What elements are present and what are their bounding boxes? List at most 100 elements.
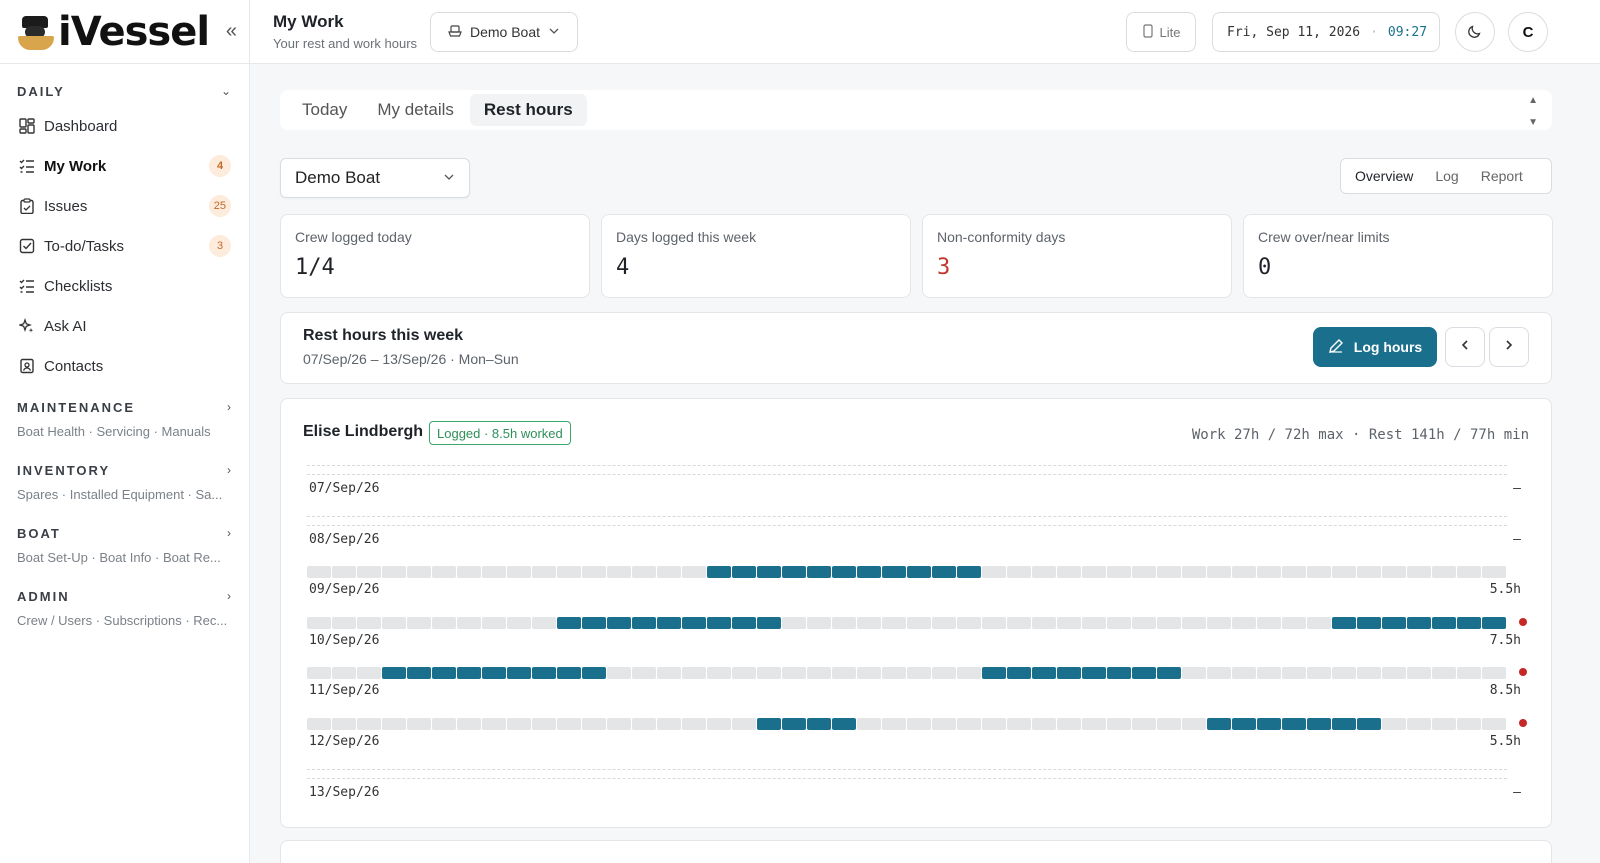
scroll-up-icon[interactable]: ▲ <box>1528 90 1538 112</box>
rest-slot <box>957 616 981 629</box>
theme-toggle-button[interactable] <box>1455 12 1495 52</box>
rest-slot <box>832 667 856 680</box>
rest-slot <box>1007 718 1031 730</box>
stat-value: 1/4 <box>295 255 335 280</box>
rest-slot <box>407 616 431 629</box>
prev-week-button[interactable] <box>1445 327 1485 367</box>
section-daily[interactable]: DAILY ⌄ <box>0 80 249 102</box>
rest-slot <box>1057 718 1081 730</box>
chevron-down-icon <box>548 24 560 40</box>
work-slot <box>482 667 506 680</box>
sidebar-item-my-work[interactable]: My Work 4 <box>0 146 249 186</box>
day-row[interactable]: 08/Sep/26 – <box>307 515 1527 566</box>
log-hours-button[interactable]: Log hours <box>1313 327 1437 367</box>
sidebar-item-label: Ask AI <box>44 317 87 335</box>
moon-icon <box>1467 23 1483 42</box>
sidebar-item-checklists[interactable]: Checklists <box>0 266 249 306</box>
work-slot <box>807 718 831 730</box>
rest-slot <box>1032 718 1056 730</box>
rest-slot <box>357 718 381 730</box>
rest-slot <box>357 616 381 629</box>
rest-slot <box>507 566 531 579</box>
work-slot <box>1457 616 1481 629</box>
day-row[interactable]: 07/Sep/26 – <box>307 465 1527 515</box>
day-row[interactable]: 13/Sep/26 – <box>307 768 1527 819</box>
work-slot <box>1032 667 1056 680</box>
boat-selector[interactable]: Demo Boat <box>430 12 578 52</box>
section-boat[interactable]: BOAT › <box>0 522 249 544</box>
day-date: 12/Sep/26 <box>309 734 380 749</box>
day-row[interactable]: 11/Sep/26 8.5h <box>307 667 1527 717</box>
next-week-button[interactable] <box>1489 327 1529 367</box>
rest-slot <box>1482 566 1506 579</box>
rest-slot <box>1257 566 1281 579</box>
crew-name: Elise Lindbergh <box>303 423 424 440</box>
status-badge: Logged · 8.5h worked <box>429 421 571 445</box>
view-overview[interactable]: Overview <box>1344 162 1425 190</box>
work-slot <box>1382 616 1406 629</box>
collapse-sidebar-icon[interactable]: « <box>226 20 237 43</box>
sidebar-item-contacts[interactable]: Contacts <box>0 346 249 386</box>
rest-slot <box>907 718 931 730</box>
boat-dropdown[interactable]: Demo Boat <box>280 158 470 198</box>
view-report[interactable]: Report <box>1470 162 1534 190</box>
boat-icon <box>448 24 462 41</box>
sidebar-item-dashboard[interactable]: Dashboard <box>0 106 249 146</box>
rest-slot <box>907 616 931 629</box>
section-subtitle: Boat Set-Up · Boat Info · Boat Re... <box>17 550 221 565</box>
work-slot <box>757 718 781 730</box>
chevron-down-icon: ⌄ <box>220 84 231 98</box>
sidebar: iVessel « DAILY ⌄ Dashboard My Work 4 Is… <box>0 0 250 863</box>
section-admin[interactable]: ADMIN › <box>0 585 249 607</box>
day-date: 09/Sep/26 <box>309 582 380 598</box>
crew-hours-card: Elise Lindbergh Logged · 8.5h worked Wor… <box>280 398 1552 828</box>
sidebar-item-todo-tasks[interactable]: To-do/Tasks 3 <box>0 226 249 266</box>
date-time-display: Fri, Sep 11, 2026 · 09:27 <box>1212 12 1440 52</box>
section-inventory[interactable]: INVENTORY › <box>0 459 249 481</box>
work-slot <box>1057 667 1081 680</box>
rest-slot <box>1407 566 1431 579</box>
section-maintenance[interactable]: MAINTENANCE › <box>0 396 249 418</box>
rest-slot <box>1007 616 1031 629</box>
rest-slot <box>1232 566 1256 579</box>
rest-slot <box>532 566 556 579</box>
section-title: MAINTENANCE <box>17 399 136 415</box>
rest-slot <box>857 616 881 629</box>
rest-slot <box>382 616 406 629</box>
view-log[interactable]: Log <box>1424 162 1469 190</box>
sidebar-item-label: Issues <box>44 197 88 215</box>
avatar[interactable]: C <box>1508 12 1548 52</box>
rest-slot <box>1182 667 1206 680</box>
section-subtitle: Boat Health · Servicing · Manuals <box>17 424 211 439</box>
rest-slot <box>932 616 956 629</box>
sidebar-item-issues[interactable]: Issues 25 <box>0 186 249 226</box>
rest-slot <box>507 718 531 730</box>
rest-slot <box>732 718 756 730</box>
rest-slot <box>582 718 606 730</box>
lite-mode-button[interactable]: Lite <box>1126 12 1196 52</box>
sidebar-item-label: Checklists <box>44 277 113 295</box>
section-subtitle: Spares · Installed Equipment · Sa... <box>17 487 223 502</box>
day-hours: 5.5h <box>1489 582 1521 598</box>
tab-today[interactable]: Today <box>288 94 361 126</box>
hours-bar <box>307 515 1507 526</box>
tab-my-details[interactable]: My details <box>363 94 468 126</box>
hours-bar <box>307 768 1507 779</box>
sidebar-item-ask-ai[interactable]: Ask AI <box>0 306 249 346</box>
tab-rest-hours[interactable]: Rest hours <box>469 94 587 126</box>
next-crew-card <box>280 840 1552 863</box>
tabs-scroll[interactable]: ▲ ▼ <box>1528 90 1538 134</box>
work-slot <box>382 667 406 680</box>
work-slot <box>507 667 531 680</box>
rest-slot <box>582 566 606 579</box>
day-row[interactable]: 10/Sep/26 7.5h <box>307 616 1527 667</box>
rest-slot <box>332 718 356 730</box>
rest-slot <box>307 566 331 579</box>
rest-slot <box>1482 718 1506 730</box>
work-slot <box>1082 667 1106 680</box>
count-badge: 25 <box>208 195 231 217</box>
day-row[interactable]: 09/Sep/26 5.5h <box>307 566 1527 616</box>
stat-card-days-logged: Days logged this week 4 <box>601 214 911 298</box>
day-row[interactable]: 12/Sep/26 5.5h <box>307 718 1527 768</box>
scroll-down-icon[interactable]: ▼ <box>1528 112 1538 134</box>
